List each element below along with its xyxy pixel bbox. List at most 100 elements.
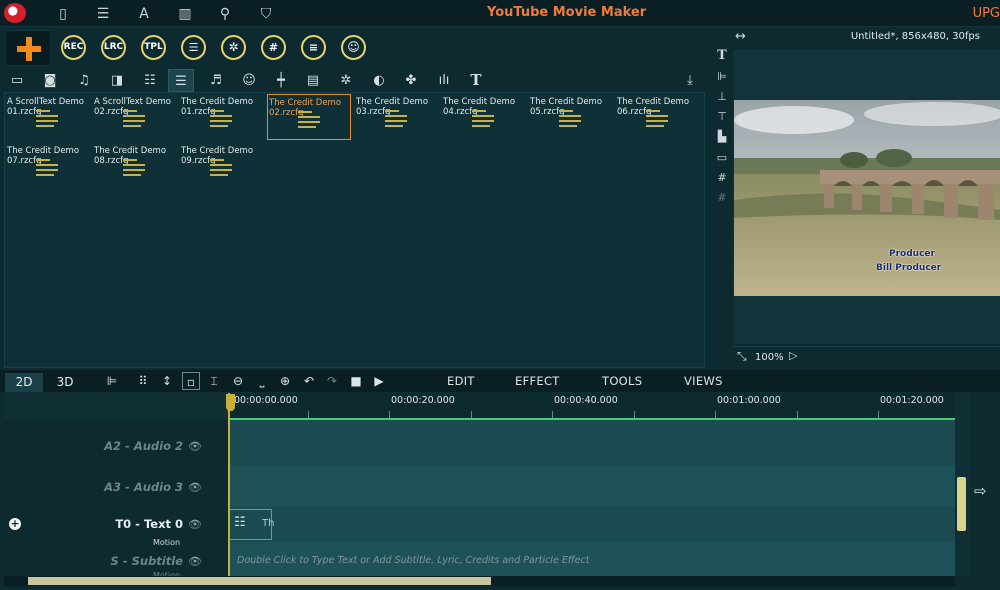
vertical-resize-icon[interactable]: ↕ [158,372,176,390]
grid-dots-icon[interactable]: ⠿ [134,372,152,390]
align-tracks-icon[interactable]: ⊫ [103,372,121,390]
eye-icon[interactable]: 👁 [188,555,202,568]
undo-icon[interactable]: ↶ [300,372,318,390]
play-timeline-icon[interactable]: ▶ [370,372,388,390]
emoji-icon[interactable]: ☺ [236,69,262,92]
text-list-icon[interactable]: ☷ [137,69,163,92]
stop-icon[interactable]: ■ [347,372,365,390]
template-tile[interactable]: The Credit Demo 06.rzcfg [616,94,700,140]
search-icon[interactable]: ⚲ [216,5,234,23]
audio-bars-icon[interactable]: ılı [431,69,457,92]
select-box-icon[interactable]: ▫ [182,372,200,390]
align-icon[interactable]: ┿ [268,69,294,92]
puzzle-icon[interactable]: ✤ [398,69,424,92]
split-icon[interactable]: ⌶ [205,372,223,390]
download-icon[interactable]: ⤓ [677,69,703,92]
layout-icon[interactable]: ▥ [176,5,194,23]
camera-icon[interactable]: ◙ [37,69,63,92]
expand-horizontal-icon[interactable]: ↔ [735,29,746,44]
play-icon[interactable]: ▷ [789,349,797,362]
zoom-level[interactable]: 100% [755,352,784,363]
menu-edit[interactable]: EDIT [447,374,475,388]
filter-icon[interactable]: ◐ [366,69,392,92]
align-top-icon[interactable]: ⊤ [714,109,730,125]
media-icon[interactable]: ▭ [4,69,30,92]
lyric-icon[interactable]: ♬ [203,69,229,92]
text-clip[interactable]: ☷ Th [229,509,274,540]
eye-icon[interactable]: 👁 [188,481,202,494]
template-tile[interactable]: The Credit Demo 05.rzcfg [529,94,613,140]
menu-views[interactable]: VIEWS [684,374,723,388]
template-tile[interactable]: A ScrollText Demo 01.rzcfg [6,94,90,140]
redo-icon[interactable]: ↷ [323,372,341,390]
zoom-out-icon[interactable]: ⊖ [229,372,247,390]
track-name-a2[interactable]: A2 - Audio 2 [104,439,183,453]
shrink-icon[interactable]: ⤡ [737,349,747,364]
panel-resize-handle[interactable] [957,477,966,531]
add-media-button[interactable] [5,30,51,66]
eye-icon[interactable]: 👁 [188,440,202,453]
menu-effect[interactable]: EFFECT [515,374,560,388]
user-icon[interactable]: ☺ [341,35,366,60]
template-tile[interactable]: The Credit Demo 04.rzcfg [442,94,526,140]
scrollbar-thumb[interactable] [28,577,491,585]
align-left-icon[interactable]: ⊫ [714,69,730,85]
app-title: YouTube Movie Maker [487,5,647,20]
template-tile[interactable]: The Credit Demo 07.rzcfg [6,143,90,189]
align-bottom-icon[interactable]: ⊥ [714,89,730,105]
filmstrip-icon[interactable]: ▤ [300,69,326,92]
bar-chart-icon[interactable]: ▙ [714,129,730,145]
subtitle-hint: Double Click to Type Text or Add Subtitl… [237,555,590,566]
text-icon[interactable]: T [714,48,730,64]
category-tabs: ▭ ◙ ♫ ◨ ☷ ☰ ♬ ☺ ┿ ▤ ✲ ◐ ✤ ılı T ⤓ [4,69,704,92]
template-tile[interactable]: The Credit Demo 03.rzcfg [355,94,439,140]
track-lane-a2[interactable] [228,420,955,466]
fit-icon[interactable]: ⎵ [253,372,271,390]
music-icon[interactable]: ♫ [71,69,97,92]
upgrade-link[interactable]: UPG [973,6,1000,21]
template-tile[interactable]: The Credit Demo 08.rzcfg [93,143,177,189]
add-track-button[interactable]: + [9,518,21,530]
particle-effect-icon[interactable]: ✲ [333,69,359,92]
playhead[interactable] [228,393,230,576]
frame-icon[interactable]: ▭ [714,150,730,166]
credit-thumb-icon [646,108,670,130]
template-tile[interactable]: The Credit Demo 09.rzcfg [180,143,264,189]
tpl-button[interactable]: TPL [141,35,166,60]
align-center-icon[interactable]: ≡ [301,35,326,60]
grid-icon[interactable]: # [714,170,730,186]
list-icon[interactable]: ☰ [181,35,206,60]
track-lane-a3[interactable] [228,466,955,507]
tshirt-icon[interactable]: ⛉ [257,5,275,23]
mode-2d-tab[interactable]: 2D [5,373,43,393]
settings-list-icon[interactable]: ☰ [94,5,112,23]
lrc-button[interactable]: LRC [101,35,126,60]
playhead-handle[interactable] [226,394,235,411]
template-tile[interactable]: A ScrollText Demo 02.rzcfg [93,94,177,140]
track-motion-label[interactable]: Motion [153,538,180,547]
eye-icon[interactable]: 👁 [188,518,202,531]
arrow-right-icon[interactable]: ⇨ [974,482,987,500]
transition-icon[interactable]: ◨ [104,69,130,92]
track-name-a3[interactable]: A3 - Audio 3 [104,480,183,494]
preview-video[interactable]: Producer Bill Producer [734,100,1000,296]
mode-3d-tab[interactable]: 3D [46,373,84,393]
track-name-t0[interactable]: T0 - Text 0 [115,517,183,531]
time-ruler[interactable]: 00:00:00.000 00:00:20.000 00:00:40.000 0… [228,393,955,419]
title-text-icon[interactable]: T [463,69,489,92]
file-open-icon[interactable]: ▯ [54,5,72,23]
template-tile[interactable]: The Credit Demo 01.rzcfg [180,94,264,140]
app-logo-icon[interactable] [4,3,26,23]
track-name-subtitle[interactable]: S - Subtitle [111,554,183,568]
horizontal-scrollbar[interactable] [4,576,955,586]
particle-icon[interactable]: ✲ [221,35,246,60]
hashtag-icon[interactable]: # [261,35,286,60]
font-icon[interactable]: A [135,5,153,23]
rec-button[interactable]: REC [61,35,86,60]
scroll-text-icon[interactable]: ☰ [168,69,194,92]
grid-off-icon[interactable]: # [714,190,730,206]
template-tile-selected[interactable]: The Credit Demo 02.rzcfg [267,94,351,140]
zoom-in-icon[interactable]: ⊕ [276,372,294,390]
menu-tools[interactable]: TOOLS [602,374,642,388]
track-lane-t0[interactable] [228,507,955,542]
